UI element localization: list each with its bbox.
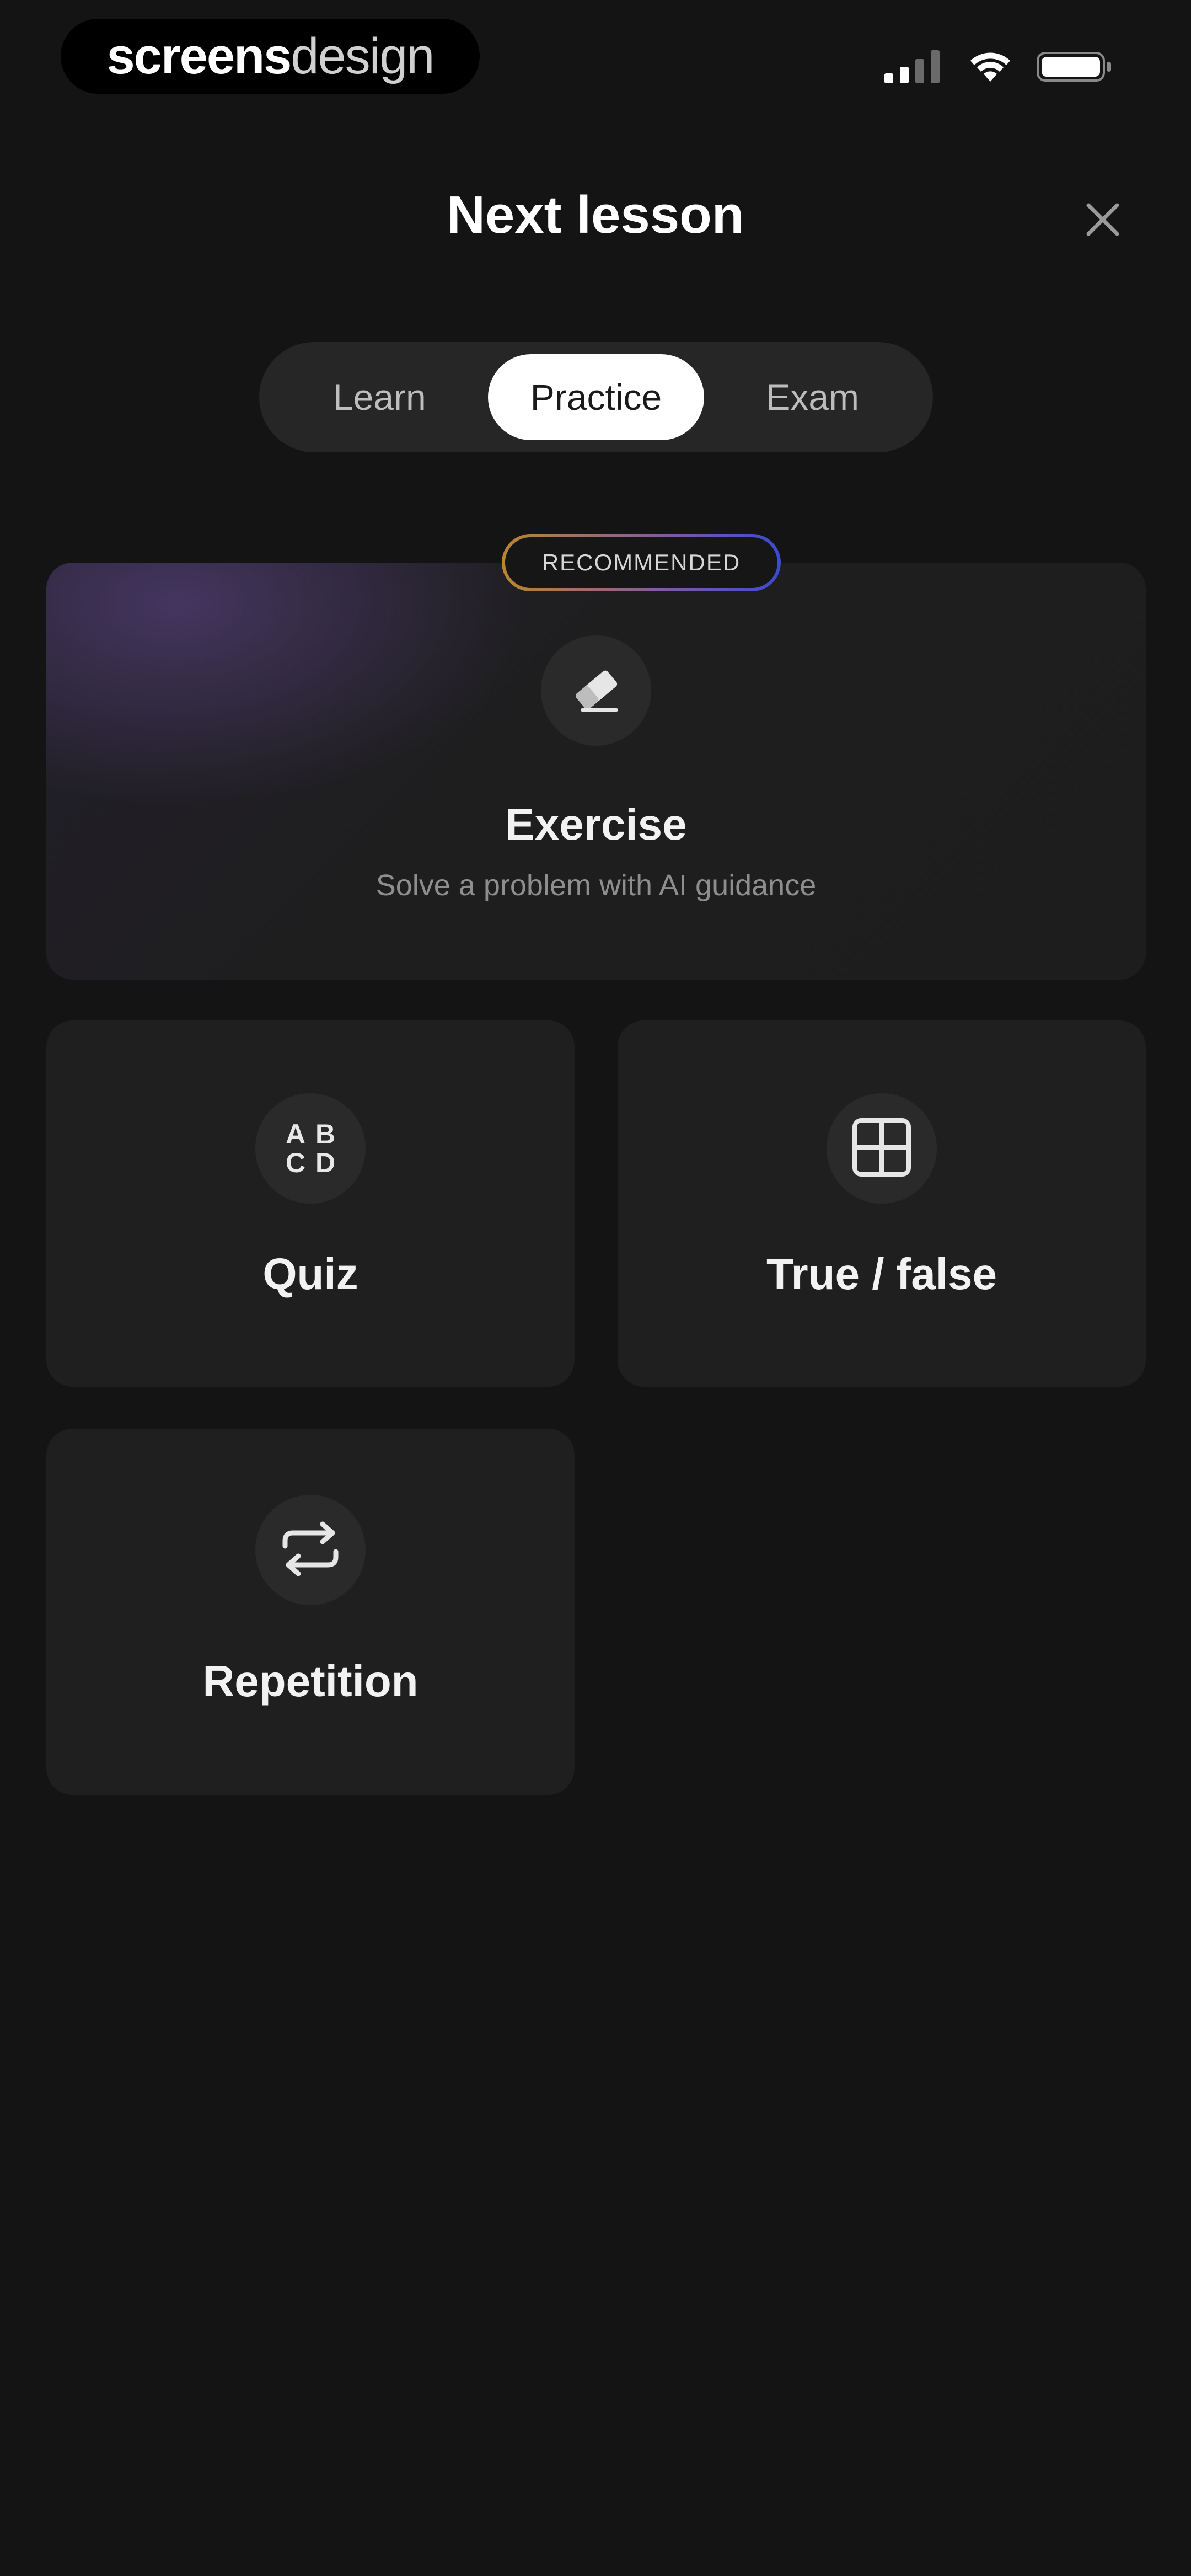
exercise-title: Exercise: [505, 800, 687, 849]
abcd-icon-letter-c: C: [285, 1147, 306, 1178]
tab-practice[interactable]: Practice: [487, 354, 705, 440]
true-false-title: True / false: [766, 1249, 997, 1298]
exercise-subtitle: Solve a problem with AI guidance: [375, 869, 817, 902]
mode-segmented-control: Learn Practice Exam: [259, 342, 933, 452]
tab-learn[interactable]: Learn: [271, 354, 488, 440]
grid-icon: [851, 1117, 912, 1180]
battery-icon: [1037, 50, 1114, 84]
recommended-badge-label: RECOMMENDED: [505, 537, 777, 588]
brand-text-bold: screens: [106, 28, 292, 84]
page-title: Next lesson: [447, 185, 744, 244]
quiz-title: Quiz: [262, 1249, 358, 1298]
brand-text-light: design: [291, 28, 434, 84]
repetition-title: Repetition: [202, 1656, 419, 1706]
status-icons: [883, 47, 1114, 86]
wifi-icon: [968, 50, 1012, 84]
tab-exam[interactable]: Exam: [704, 354, 921, 440]
abcd-icon-letter-d: D: [315, 1147, 336, 1178]
close-button[interactable]: [1070, 188, 1136, 254]
abcd-icon-letter-a: A: [285, 1119, 306, 1150]
abcd-icon-letter-b: B: [315, 1119, 336, 1150]
cellular-signal-icon: [883, 49, 944, 84]
repetition-card[interactable]: Repetition: [46, 1429, 575, 1795]
recommended-badge: RECOMMENDED: [502, 534, 781, 591]
quiz-icon-circle: A B C D: [255, 1093, 366, 1204]
true-false-icon-circle: [827, 1093, 937, 1204]
exercise-icon-circle: [541, 635, 651, 746]
true-false-card[interactable]: True / false: [618, 1020, 1146, 1387]
brand-watermark: screensdesign: [61, 19, 480, 94]
eraser-icon: [566, 659, 626, 723]
close-icon: [1083, 200, 1123, 242]
exercise-card[interactable]: RECOMMENDED Exercise Solve a problem wit…: [46, 534, 1146, 980]
repetition-icon-circle: [255, 1495, 366, 1605]
abcd-icon: A B C D: [282, 1120, 339, 1177]
quiz-card[interactable]: A B C D Quiz: [46, 1020, 575, 1387]
repeat-icon: [277, 1519, 344, 1582]
